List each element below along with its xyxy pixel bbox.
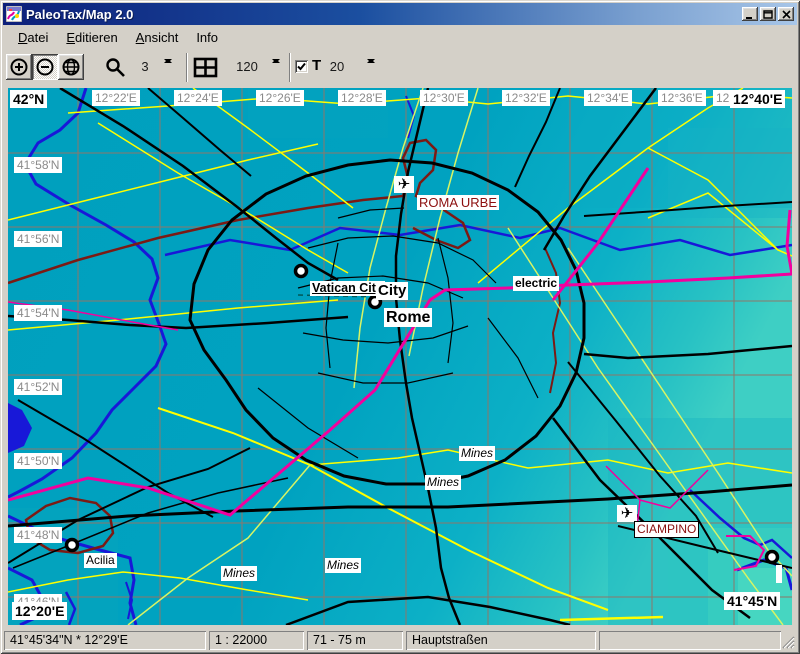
town-marker: [67, 540, 78, 551]
menu-editieren[interactable]: Editieren: [57, 28, 126, 47]
label-mines: Mines: [459, 446, 495, 461]
lon-label: 12°30'E: [420, 90, 468, 106]
zoom-in-button[interactable]: [6, 54, 32, 80]
label-roma-urbe: ROMA URBE: [417, 195, 499, 210]
lon-label: 12°32'E: [502, 90, 550, 106]
label-ciampino: CIAMPINO: [634, 521, 699, 538]
corner-label-42n: 42°N: [10, 90, 47, 108]
lat-label: 41°54'N: [14, 305, 62, 321]
minimize-button[interactable]: [742, 7, 758, 21]
lon-label-partial: 12°38'E: [713, 90, 730, 106]
app-icon: [6, 6, 22, 22]
labels-checkbox[interactable]: [295, 60, 308, 73]
zoom-out-button[interactable]: [32, 54, 58, 80]
app-window: PaleoTax/Map 2.0 Datei Editieren Ansicht…: [0, 0, 800, 654]
corner-label-4145n: 41°45'N: [724, 592, 780, 610]
lat-label: 41°48'N: [14, 527, 62, 543]
maximize-icon: [763, 10, 773, 19]
menu-bar: Datei Editieren Ansicht Info: [3, 27, 797, 48]
airplane-icon: ✈: [394, 176, 414, 193]
status-elevation: 71 - 75 m: [307, 631, 403, 650]
corner-label-1240e: 12°40'E: [730, 90, 785, 108]
close-icon: [782, 10, 791, 19]
lon-label: 12°36'E: [658, 90, 706, 106]
map-canvas[interactable]: [8, 88, 792, 625]
map-view[interactable]: 42°N 12°22'E 12°24'E 12°26'E 12°28'E 12°…: [8, 88, 792, 625]
label-acilia: Acilia: [84, 553, 117, 568]
window-title: PaleoTax/Map 2.0: [26, 7, 740, 22]
maximize-button[interactable]: [760, 7, 776, 21]
globe-button[interactable]: [58, 54, 84, 80]
airplane-icon: ✈: [617, 505, 637, 522]
label-size-value: 20: [325, 59, 349, 74]
label-city: City: [376, 282, 408, 300]
status-empty: [599, 631, 781, 650]
menu-datei[interactable]: Datei: [9, 28, 57, 47]
zoom-factor-value: 3: [135, 59, 155, 74]
zoom-out-icon: [35, 57, 55, 77]
label-mines: Mines: [325, 558, 361, 573]
arrow-down-icon: [367, 59, 375, 63]
arrow-down-icon: [272, 59, 280, 63]
menu-info[interactable]: Info: [187, 28, 227, 47]
zoom-in-icon: [9, 57, 29, 77]
resize-grip[interactable]: [782, 636, 795, 649]
check-icon: [295, 60, 308, 73]
toolbar-separator: [186, 53, 188, 82]
toolbar-separator: [289, 53, 291, 82]
lat-label: 41°50'N: [14, 453, 62, 469]
grid-spacing-value: 120: [231, 59, 263, 74]
lat-label: 41°52'N: [14, 379, 62, 395]
menu-ansicht[interactable]: Ansicht: [127, 28, 188, 47]
title-bar[interactable]: PaleoTax/Map 2.0: [3, 3, 797, 25]
label-mines: Mines: [425, 475, 461, 490]
town-marker: [767, 552, 778, 563]
lon-label: 12°28'E: [338, 90, 386, 106]
marker-bar: [776, 565, 782, 583]
minimize-icon: [745, 10, 755, 19]
arrow-down-icon: [164, 59, 172, 63]
text-toggle-label: T: [312, 57, 321, 74]
lon-label: 12°24'E: [174, 90, 222, 106]
grid-icon: [193, 56, 219, 80]
magnifier-icon: [105, 57, 127, 79]
lat-label: 41°58'N: [14, 157, 62, 173]
label-vatican-city: Vatican City: [310, 281, 385, 296]
lon-label: 12°26'E: [256, 90, 304, 106]
lon-label: 12°22'E: [92, 90, 140, 106]
label-rome: Rome: [384, 308, 432, 327]
status-scale: 1 : 22000: [209, 631, 304, 650]
label-electric: electric: [513, 276, 559, 291]
label-mines: Mines: [221, 566, 257, 581]
grid-spacing-spinner[interactable]: [267, 55, 284, 79]
corner-label-1220e: 12°20'E: [12, 602, 67, 620]
lat-label: 41°56'N: [14, 231, 62, 247]
zoom-factor-spinner[interactable]: [159, 55, 176, 79]
status-bar: 41°45'34"N * 12°29'E 1 : 22000 71 - 75 m…: [3, 628, 797, 651]
label-size-spinner[interactable]: [362, 55, 379, 79]
close-button[interactable]: [778, 7, 794, 21]
lon-label: 12°34'E: [584, 90, 632, 106]
town-marker: [296, 266, 307, 277]
status-position: 41°45'34"N * 12°29'E: [4, 631, 206, 650]
toolbar: 3 120 T 20: [3, 49, 797, 87]
globe-icon: [61, 57, 81, 77]
status-layer: Hauptstraßen: [406, 631, 596, 650]
